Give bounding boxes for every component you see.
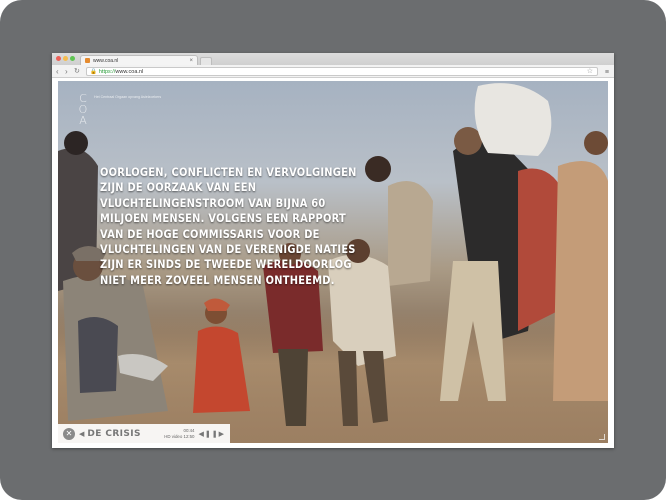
address-bar[interactable]: 🔒 https://www.coa.nl ☆ ≡ [86,67,609,76]
reload-icon[interactable]: ↻ [74,66,80,77]
previous-chapter-icon[interactable]: ◀ [79,430,84,438]
chapter-title[interactable]: DE CRISIS [87,429,141,439]
playback-controls[interactable]: ◀❚❚▶ [199,430,226,438]
browser-window: www.coa.nl × ‹ › ↻ 🔒 https://www.coa.nl ☆… [52,53,614,448]
close-icon[interactable]: ✕ [63,427,75,440]
bookmark-star-icon[interactable]: ☆ [587,68,593,76]
favicon-icon [85,58,90,63]
forward-icon[interactable]: › [65,66,68,77]
browser-tab[interactable]: www.coa.nl × [80,55,198,65]
hero-headline: OORLOGEN, CONFLICTEN EN VERVOLGINGEN ZIJ… [100,166,357,287]
fullscreen-icon[interactable] [599,434,605,440]
coa-logo[interactable]: C O A [74,93,92,126]
zoom-window-button[interactable] [70,56,75,61]
minimize-window-button[interactable] [63,56,68,61]
close-tab-icon[interactable]: × [189,58,193,64]
window-controls [56,56,75,61]
elapsed-time: 00:44 [183,428,195,433]
tab-title: www.coa.nl [93,57,119,64]
lock-icon: 🔒 [90,69,97,75]
new-tab-button[interactable] [200,57,212,65]
tab-bar: www.coa.nl × [52,53,614,65]
site-tagline: Het Centraal Orgaan opvang Asielzoekers [94,95,162,99]
close-window-button[interactable] [56,56,61,61]
back-icon[interactable]: ‹ [56,66,59,77]
url-scheme: https:// [98,69,116,75]
logo-letter: A [79,114,87,127]
browser-toolbar: ‹ › ↻ 🔒 https://www.coa.nl ☆ ≡ [52,65,614,78]
video-time: 00:44 HD video 12:50 [164,428,194,439]
url-host: www.coa.nl [115,69,144,75]
quality-duration: HD video 12:50 [164,433,195,439]
hero-photo: C O A Het Centraal Orgaan opvang Asielzo… [58,81,608,443]
browser-menu-icon[interactable]: ≡ [605,69,609,77]
video-player-bar: ✕ ◀ DE CRISIS 00:44 HD video 12:50 ◀❚❚▶ [58,424,230,443]
